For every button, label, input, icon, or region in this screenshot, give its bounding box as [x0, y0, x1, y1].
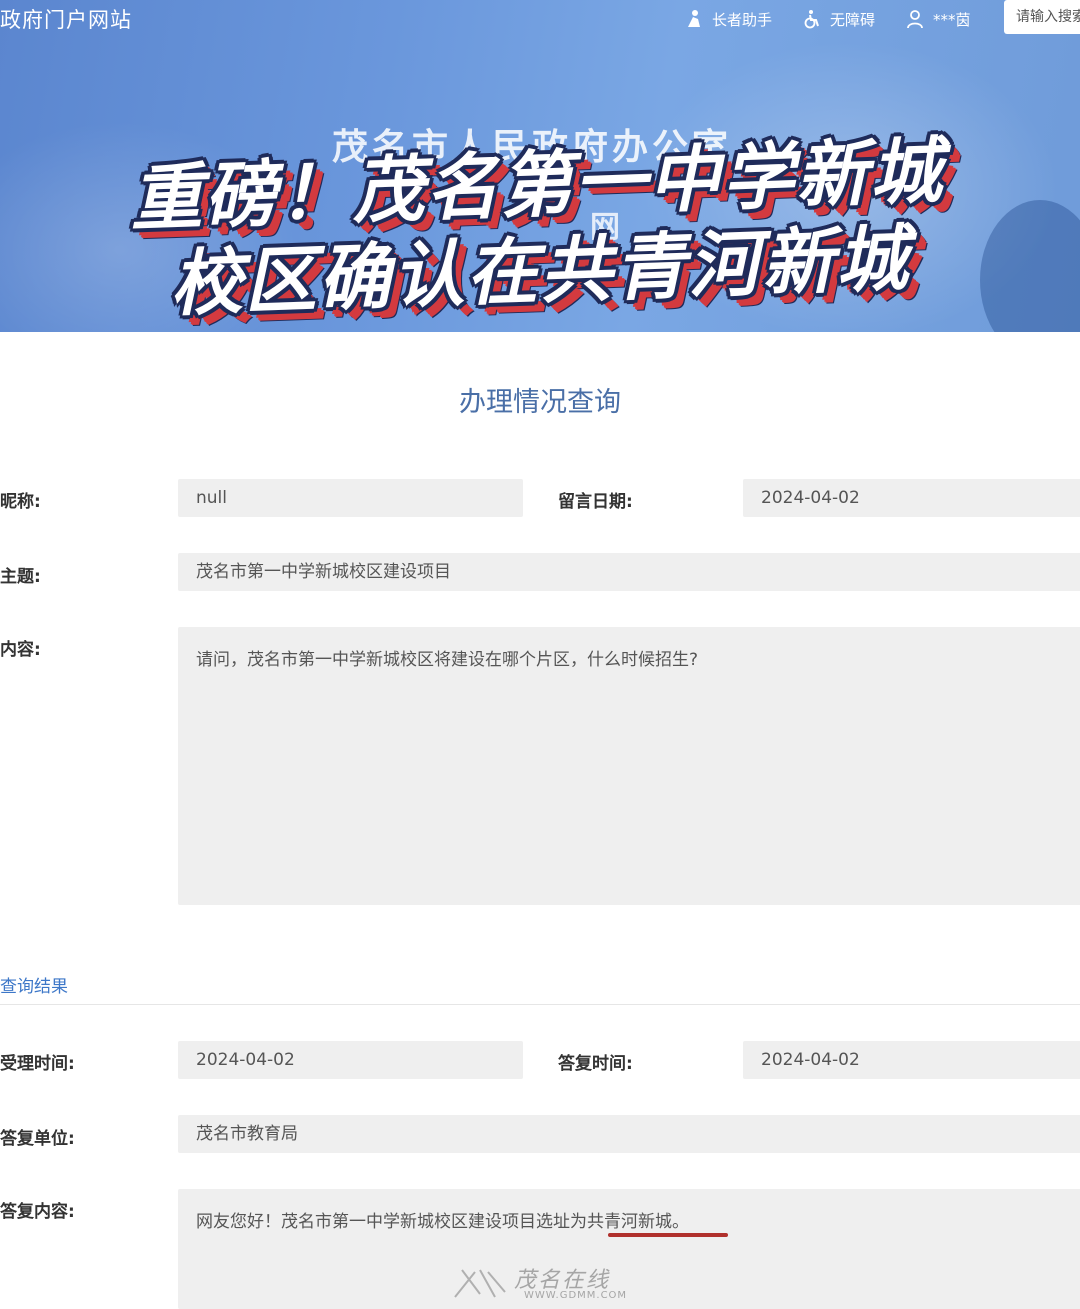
nav-user[interactable]: ***茵 [905, 9, 971, 30]
nav-user-label: ***茵 [933, 10, 971, 29]
elder-assist-icon [688, 10, 700, 27]
reply-time-field: 2024-04-02 [743, 1041, 1080, 1079]
nickname-label: 昵称: [0, 492, 41, 512]
highlight-underline [608, 1233, 728, 1237]
nav-accessibility[interactable]: 无障碍 [802, 9, 875, 30]
watermark-star-icon [454, 1269, 506, 1298]
accept-time-label: 受理时间: [0, 1054, 75, 1074]
subject-label: 主题: [0, 567, 41, 587]
accessibility-icon [804, 10, 819, 29]
content-field: 请问，茂名市第一中学新城校区将建设在哪个片区，什么时候招生? [178, 627, 1080, 905]
date-field: 2024-04-02 [743, 479, 1080, 517]
user-icon [907, 10, 923, 29]
result-section-title: 查询结果 [0, 977, 68, 997]
nav-elder-assist[interactable]: 长者助手 [684, 9, 772, 30]
nickname-field: null [178, 479, 523, 517]
nav-accessibility-label: 无障碍 [830, 10, 876, 29]
nav-elder-assist-label: 长者助手 [712, 10, 773, 29]
search-input[interactable]: 请输入搜索 [1004, 0, 1080, 34]
date-label: 留言日期: [558, 492, 633, 512]
page-title: 办理情况查询 [459, 387, 621, 418]
site-name[interactable]: 政府门户网站 [0, 4, 132, 34]
accept-time-field: 2024-04-02 [178, 1041, 523, 1079]
content-label: 内容: [0, 640, 41, 660]
reply-unit-field: 茂名市教育局 [178, 1115, 1080, 1153]
watermark-url: WWW.GDMM.COM [524, 1290, 628, 1301]
watermark-logo: 茂名在线 WWW.GDMM.COM [450, 1262, 650, 1304]
section-divider [0, 1004, 1080, 1005]
top-nav: 长者助手 无障碍 ***茵 [684, 6, 1001, 32]
reply-unit-label: 答复单位: [0, 1129, 75, 1149]
reply-content-label: 答复内容: [0, 1202, 75, 1222]
reply-time-label: 答复时间: [558, 1054, 633, 1074]
subject-field: 茂名市第一中学新城校区建设项目 [178, 553, 1080, 591]
